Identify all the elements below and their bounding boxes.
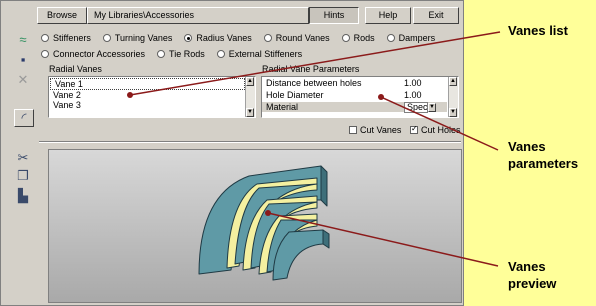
radio-label: Round Vanes: [275, 33, 330, 43]
radio-label: Tie Rods: [169, 49, 205, 59]
radio-tie-rods[interactable]: Tie Rods: [157, 49, 205, 59]
radio-dot: [41, 50, 49, 58]
vane-edge: [320, 165, 328, 207]
cut-vanes-checkbox[interactable]: Cut Vanes: [349, 125, 401, 135]
scroll-down-button[interactable]: ▼: [246, 108, 254, 117]
radio-dot: [41, 34, 49, 42]
checkbox-box: [349, 126, 357, 134]
param-row[interactable]: Hole Diameter 1.00: [262, 90, 447, 100]
list-item[interactable]: Vane 3: [49, 100, 255, 110]
type-radio-row-1: Stiffeners Turning Vanes Radius Vanes Ro…: [41, 31, 435, 45]
radio-round-vanes[interactable]: Round Vanes: [263, 33, 330, 43]
callout-vanes-preview-1: Vanes: [508, 259, 546, 274]
type-radio-row-2: Connector Accessories Tie Rods External …: [41, 47, 302, 61]
vane-edge: [322, 229, 330, 249]
checkbox-label: Cut Holes: [421, 125, 461, 135]
radio-radius-vanes[interactable]: Radius Vanes: [184, 33, 252, 43]
radio-dampers[interactable]: Dampers: [386, 33, 436, 43]
scroll-up-button[interactable]: ▲: [246, 77, 254, 86]
material-select[interactable]: Special: [404, 102, 437, 113]
delete-icon[interactable]: ✕: [13, 71, 33, 89]
param-name: Material: [266, 102, 299, 112]
callout-vanes-list: Vanes list: [508, 23, 568, 38]
param-row[interactable]: Distance between holes 1.00: [262, 78, 447, 88]
vane-shape-icon[interactable]: ◜: [14, 109, 34, 127]
cut-holes-checkbox[interactable]: Cut Holes: [410, 124, 461, 135]
radio-label: External Stiffeners: [228, 49, 303, 59]
param-value[interactable]: 1.00: [404, 78, 422, 88]
accessories-window: Browse My Libraries\Accessories Hints He…: [0, 0, 464, 306]
radio-label: Radius Vanes: [196, 33, 252, 43]
radio-dot: [386, 34, 395, 42]
browse-button[interactable]: Browse: [37, 7, 87, 24]
radio-dot: [341, 34, 350, 42]
vane-parameters-table[interactable]: Distance between holes 1.00 Hole Diamete…: [261, 76, 459, 118]
scroll-up-button[interactable]: ▲: [449, 77, 457, 86]
cut-icon[interactable]: ✂: [13, 149, 33, 167]
radio-label: Connector Accessories: [53, 49, 146, 59]
param-name: Hole Diameter: [266, 90, 324, 100]
callout-vanes-parameters-1: Vanes: [508, 139, 546, 154]
radio-dot: [102, 34, 111, 42]
radio-label: Rods: [353, 33, 375, 43]
library-path: My Libraries\Accessories: [87, 7, 309, 24]
paste-icon[interactable]: ▙: [13, 187, 33, 205]
scroll-down-button[interactable]: ▼: [449, 108, 457, 117]
radio-rods[interactable]: Rods: [341, 33, 375, 43]
radio-dot: [157, 50, 166, 58]
radio-external-stiffeners[interactable]: External Stiffeners: [216, 49, 303, 59]
menu-bar: Browse My Libraries\Accessories Hints He…: [9, 7, 459, 24]
radio-label: Dampers: [398, 33, 436, 43]
radio-dot: [263, 34, 272, 42]
checkbox-box-checked: [410, 124, 418, 134]
param-value[interactable]: 1.00: [404, 90, 422, 100]
radio-dot-selected: [184, 34, 193, 42]
vanes-list-scrollbar[interactable]: ▲ ▼: [245, 77, 255, 117]
copy-icon[interactable]: ❐: [13, 167, 33, 185]
radio-stiffeners[interactable]: Stiffeners: [41, 33, 91, 43]
param-row[interactable]: Material Special ▼: [262, 102, 447, 113]
divider: [39, 141, 461, 143]
radio-connector-accessories[interactable]: Connector Accessories: [41, 49, 145, 59]
hints-button[interactable]: Hints: [309, 7, 359, 24]
radio-label: Turning Vanes: [114, 33, 173, 43]
callout-vanes-preview-2: preview: [508, 276, 557, 291]
radio-turning-vanes[interactable]: Turning Vanes: [102, 33, 173, 43]
vanes-preview[interactable]: [48, 149, 462, 303]
radial-vanes-label: Radial Vanes: [49, 64, 102, 74]
radio-dot: [216, 50, 225, 58]
save-icon[interactable]: ▪: [13, 51, 33, 69]
radial-vane-parameters-label: Radial Vane Parameters: [262, 64, 360, 74]
list-item[interactable]: Vane 2: [49, 90, 255, 100]
list-item-selected[interactable]: Vane 1: [50, 78, 245, 90]
exit-button[interactable]: Exit: [413, 7, 459, 24]
vane-3d-model: [198, 165, 330, 281]
param-name: Distance between holes: [266, 78, 362, 88]
vanes-list[interactable]: Vane 1 Vane 2 Vane 3 ▲ ▼: [48, 76, 256, 118]
parameters-scrollbar[interactable]: ▲ ▼: [448, 77, 458, 117]
callout-vanes-parameters-2: parameters: [508, 156, 579, 171]
help-button[interactable]: Help: [365, 7, 411, 24]
material-dropdown-icon[interactable]: ▼: [428, 103, 436, 112]
checkbox-label: Cut Vanes: [360, 125, 402, 135]
wave-tool-icon[interactable]: ≈: [13, 31, 33, 49]
radio-label: Stiffeners: [53, 33, 91, 43]
